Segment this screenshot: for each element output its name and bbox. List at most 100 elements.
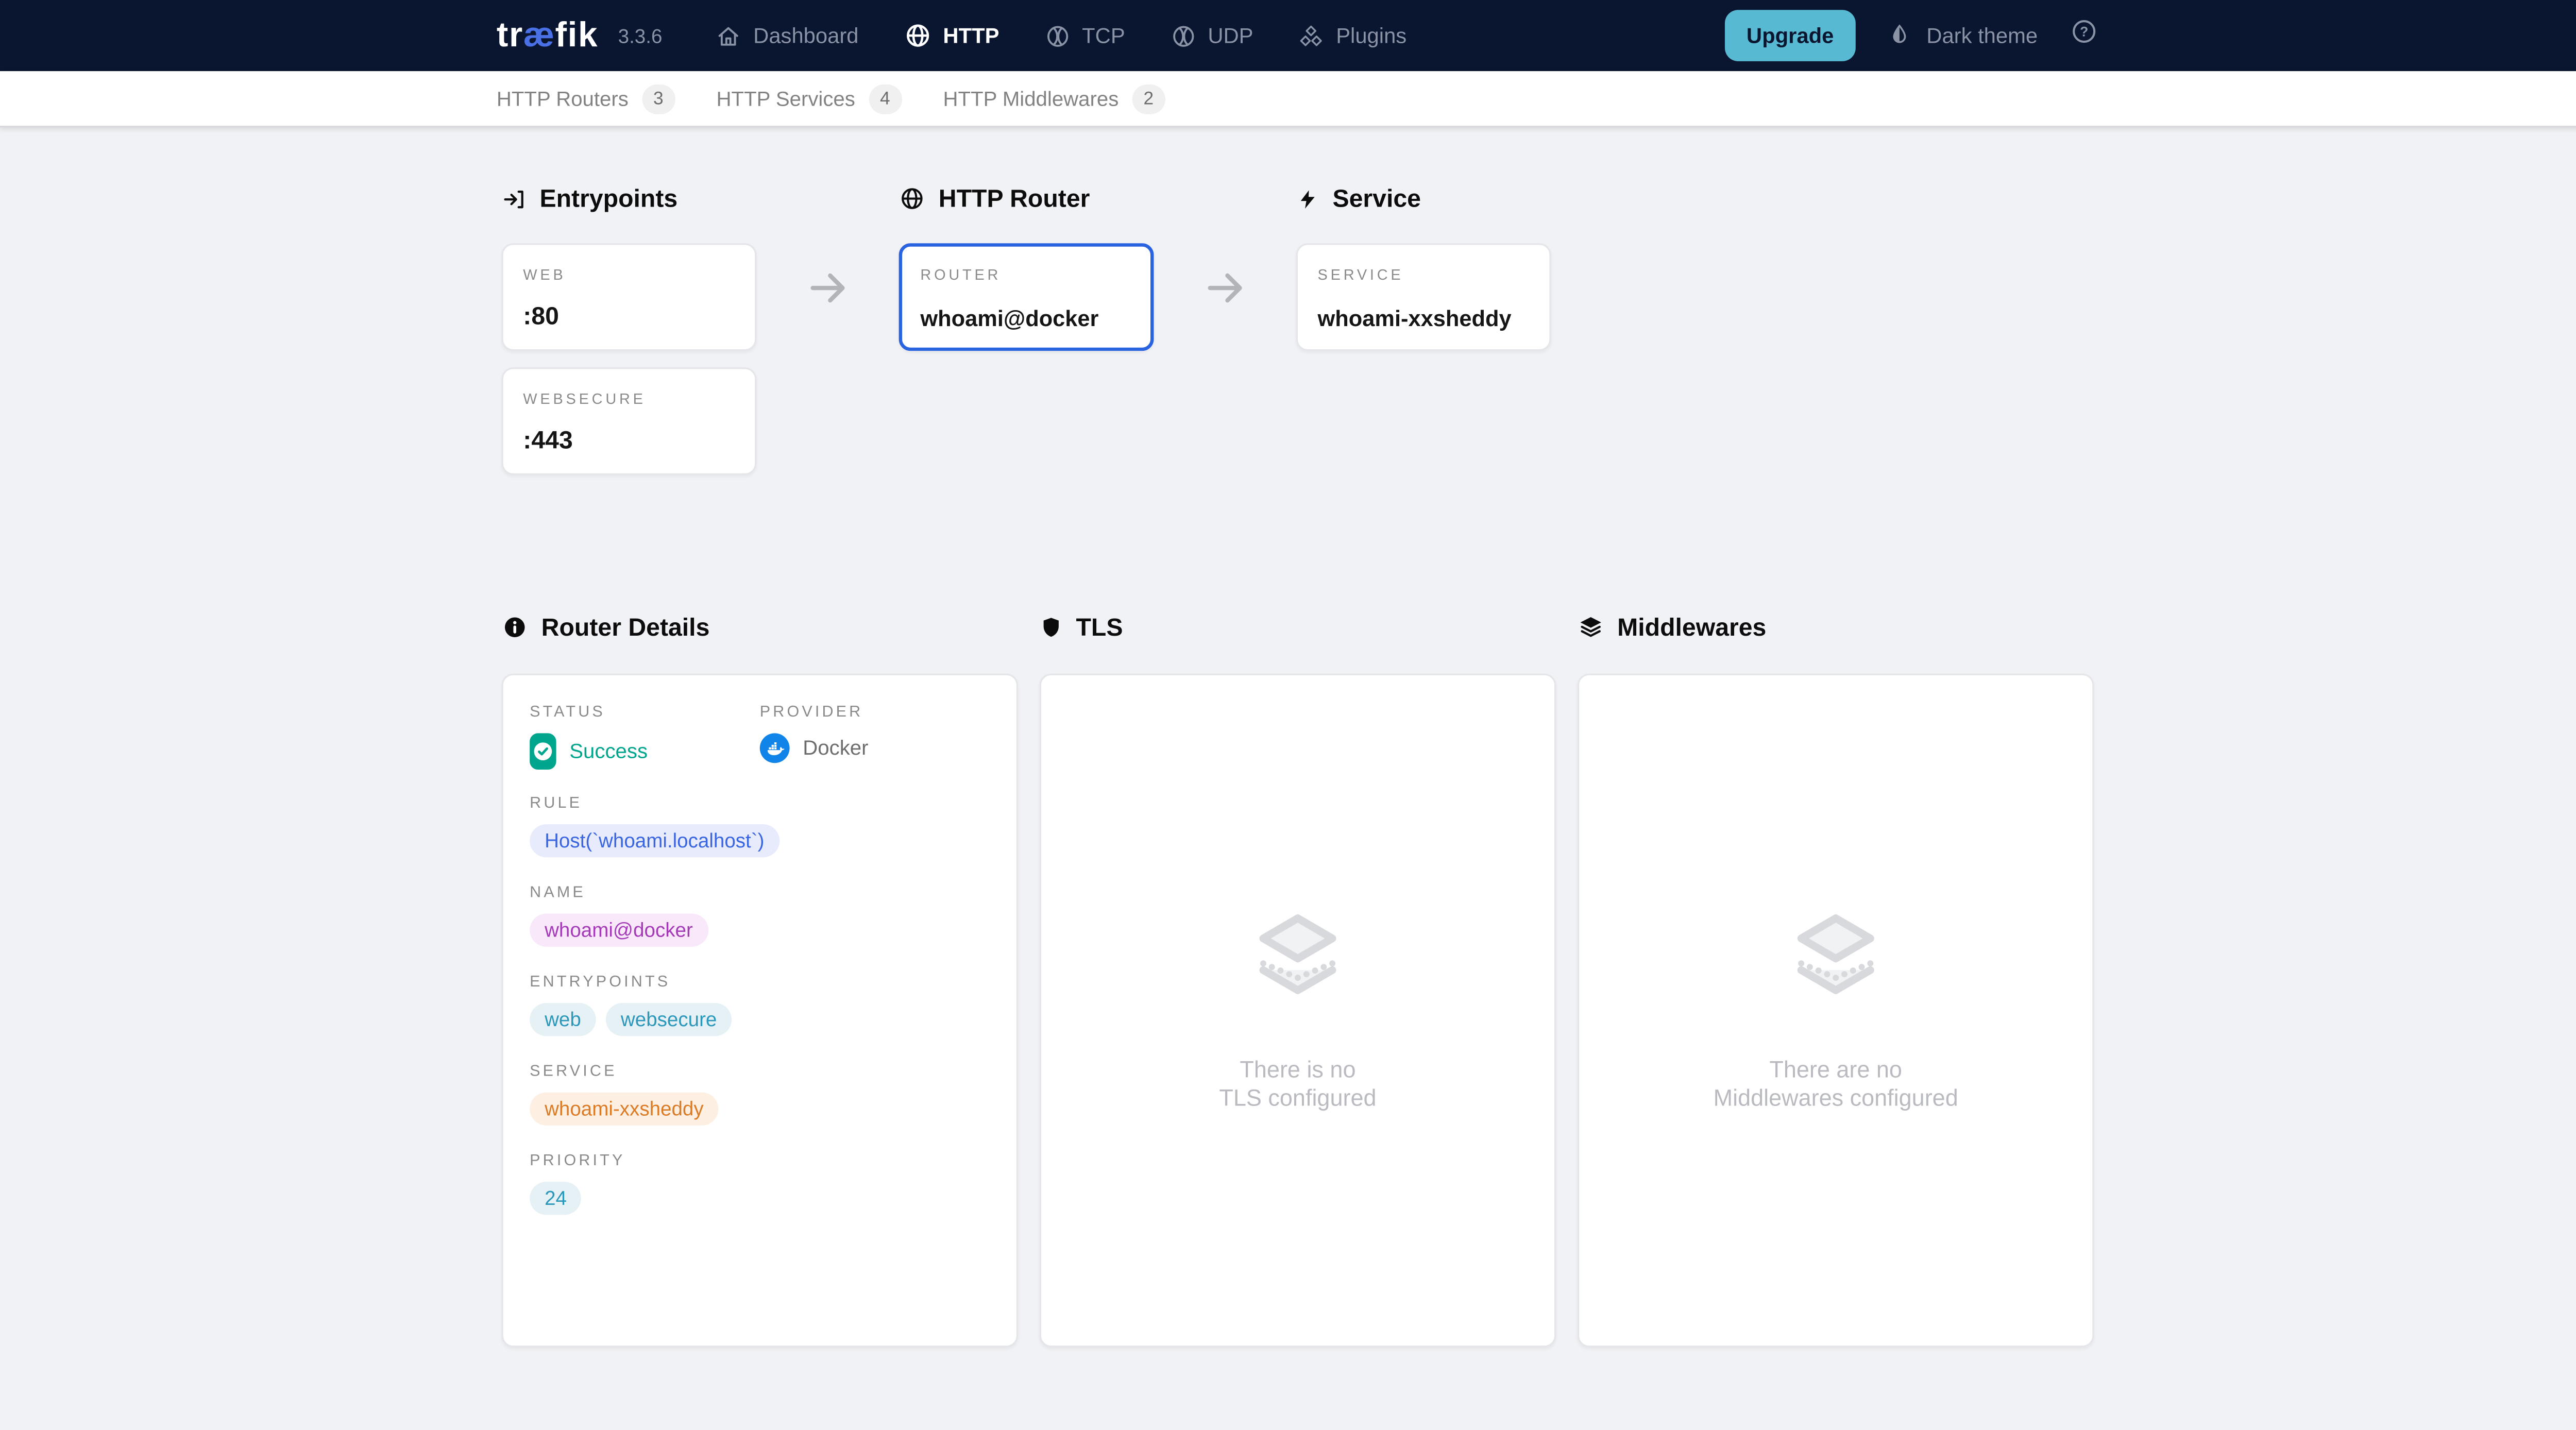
rule-pill: Host(`whoami.localhost`): [530, 824, 779, 857]
card-label: ROUTER: [920, 266, 1132, 283]
rule-label: RULE: [530, 794, 990, 812]
count-badge: 4: [869, 83, 902, 113]
section-title: Router Details: [541, 613, 710, 641]
section-title: Middlewares: [1617, 613, 1766, 641]
layers-empty-icon: [1788, 909, 1884, 1013]
main-content: Entrypoints WEB :80 WEBSECURE :443: [502, 185, 2094, 1348]
card-label: SERVICE: [1318, 266, 1530, 283]
shield-icon: [1040, 614, 1063, 640]
docker-icon: [760, 733, 790, 763]
arrow-right-icon: [1204, 266, 1247, 310]
info-icon: [502, 614, 528, 640]
question-icon: ?: [2069, 16, 2099, 55]
http-subnav: HTTP Routers 3 HTTP Services 4 HTTP Midd…: [0, 71, 2576, 127]
tls-header: TLS: [1040, 614, 1556, 640]
card-label: WEB: [523, 266, 735, 283]
tab-label: HTTP Services: [717, 87, 855, 110]
section-title: Service: [1332, 184, 1421, 213]
logo-text: tr: [497, 16, 523, 54]
router-details-column: Router Details STATUS: [502, 614, 1018, 1347]
service-label: SERVICE: [530, 1063, 990, 1081]
status-label: STATUS: [530, 704, 760, 722]
version-label: 3.3.6: [618, 24, 663, 47]
tab-label: HTTP Middlewares: [943, 87, 1119, 110]
tls-empty-card: There is no TLS configured: [1040, 674, 1556, 1348]
router-name-pill: whoami@docker: [530, 914, 708, 947]
logo-ae: æ: [523, 16, 555, 54]
svg-text:?: ?: [2080, 24, 2088, 40]
router-column: HTTP Router ROUTER whoami@docker: [899, 185, 1154, 475]
nav-label: HTTP: [943, 23, 999, 48]
tab-http-middlewares[interactable]: HTTP Middlewares 2: [943, 83, 1165, 113]
globe-icon: [903, 22, 931, 50]
card-value: :443: [523, 427, 735, 455]
dark-theme-label: Dark theme: [1926, 23, 2038, 48]
nav-label: Dashboard: [753, 23, 858, 48]
flow-arrow: [1154, 185, 1296, 475]
card-value: whoami@docker: [920, 306, 1132, 331]
entrypoint-pill-websecure: websecure: [606, 1003, 732, 1036]
globe-icon: [899, 185, 925, 212]
middlewares-column: Middlewares: [1578, 614, 2094, 1347]
tab-http-services[interactable]: HTTP Services 4: [717, 83, 902, 113]
service-card[interactable]: SERVICE whoami-xxsheddy: [1296, 243, 1551, 351]
socket-icon: [1044, 22, 1070, 48]
cubes-icon: [1298, 22, 1324, 48]
arrow-right-icon: [806, 266, 850, 310]
logo-text: fik: [555, 16, 599, 54]
count-badge: 2: [1132, 83, 1165, 113]
nav-item-dashboard[interactable]: Dashboard: [715, 22, 858, 48]
name-label: NAME: [530, 884, 990, 902]
bolt-icon: [1296, 186, 1319, 211]
traefik-logo[interactable]: træfik: [497, 16, 598, 56]
provider-label: PROVIDER: [760, 704, 990, 722]
count-badge: 3: [642, 83, 675, 113]
card-value: :80: [523, 303, 735, 331]
nav-item-udp[interactable]: UDP: [1170, 22, 1253, 48]
provider-value: Docker: [803, 737, 868, 760]
entrypoint-card-websecure[interactable]: WEBSECURE :443: [502, 367, 757, 475]
http-router-header: HTTP Router: [899, 185, 1154, 212]
entrypoints-header: Entrypoints: [502, 185, 757, 212]
middlewares-header: Middlewares: [1578, 614, 2094, 640]
upgrade-button[interactable]: Upgrade: [1725, 10, 1855, 61]
success-check-icon: [530, 733, 556, 770]
service-pill: whoami-xxsheddy: [530, 1093, 718, 1126]
home-icon: [715, 22, 741, 48]
entrypoint-card-web[interactable]: WEB :80: [502, 243, 757, 351]
middlewares-empty-card: There are no Middlewares configured: [1578, 674, 2094, 1348]
layers-empty-icon: [1250, 909, 1346, 1013]
sign-in-icon: [502, 186, 527, 211]
help-button[interactable]: ?: [2069, 16, 2099, 55]
entrypoints-label: ENTRYPOINTS: [530, 973, 990, 991]
socket-icon: [1170, 22, 1196, 48]
priority-label: PRIORITY: [530, 1152, 990, 1170]
dark-theme-toggle[interactable]: Dark theme: [1887, 18, 2038, 54]
section-title: HTTP Router: [939, 184, 1090, 213]
main-nav: Dashboard HTTP TCP: [715, 22, 1406, 50]
details-section: Router Details STATUS: [502, 614, 2094, 1347]
section-title: TLS: [1076, 613, 1123, 641]
nav-item-http[interactable]: HTTP: [903, 22, 999, 50]
tls-empty-text: There is no TLS configured: [1219, 1057, 1376, 1111]
nav-label: TCP: [1082, 23, 1125, 48]
priority-pill: 24: [530, 1182, 582, 1215]
router-card[interactable]: ROUTER whoami@docker: [899, 243, 1154, 351]
layers-icon: [1578, 614, 1604, 640]
tab-http-routers[interactable]: HTTP Routers 3: [497, 83, 675, 113]
section-title: Entrypoints: [539, 184, 677, 213]
router-details-header: Router Details: [502, 614, 1018, 640]
card-label: WEBSECURE: [523, 390, 735, 407]
middlewares-empty-text: There are no Middlewares configured: [1714, 1057, 1958, 1111]
status-value: Success: [569, 740, 648, 763]
nav-item-tcp[interactable]: TCP: [1044, 22, 1125, 48]
tls-column: TLS: [1040, 614, 1556, 1347]
flow-arrow: [756, 185, 899, 475]
routing-flow: Entrypoints WEB :80 WEBSECURE :443: [502, 185, 2094, 475]
droplet-icon: [1887, 18, 1911, 54]
top-navbar: træfik 3.3.6 Dashboard: [0, 0, 2576, 71]
nav-item-plugins[interactable]: Plugins: [1298, 22, 1406, 48]
entrypoint-pill-web: web: [530, 1003, 596, 1036]
nav-label: Plugins: [1336, 23, 1406, 48]
router-details-card: STATUS Success: [502, 674, 1018, 1348]
